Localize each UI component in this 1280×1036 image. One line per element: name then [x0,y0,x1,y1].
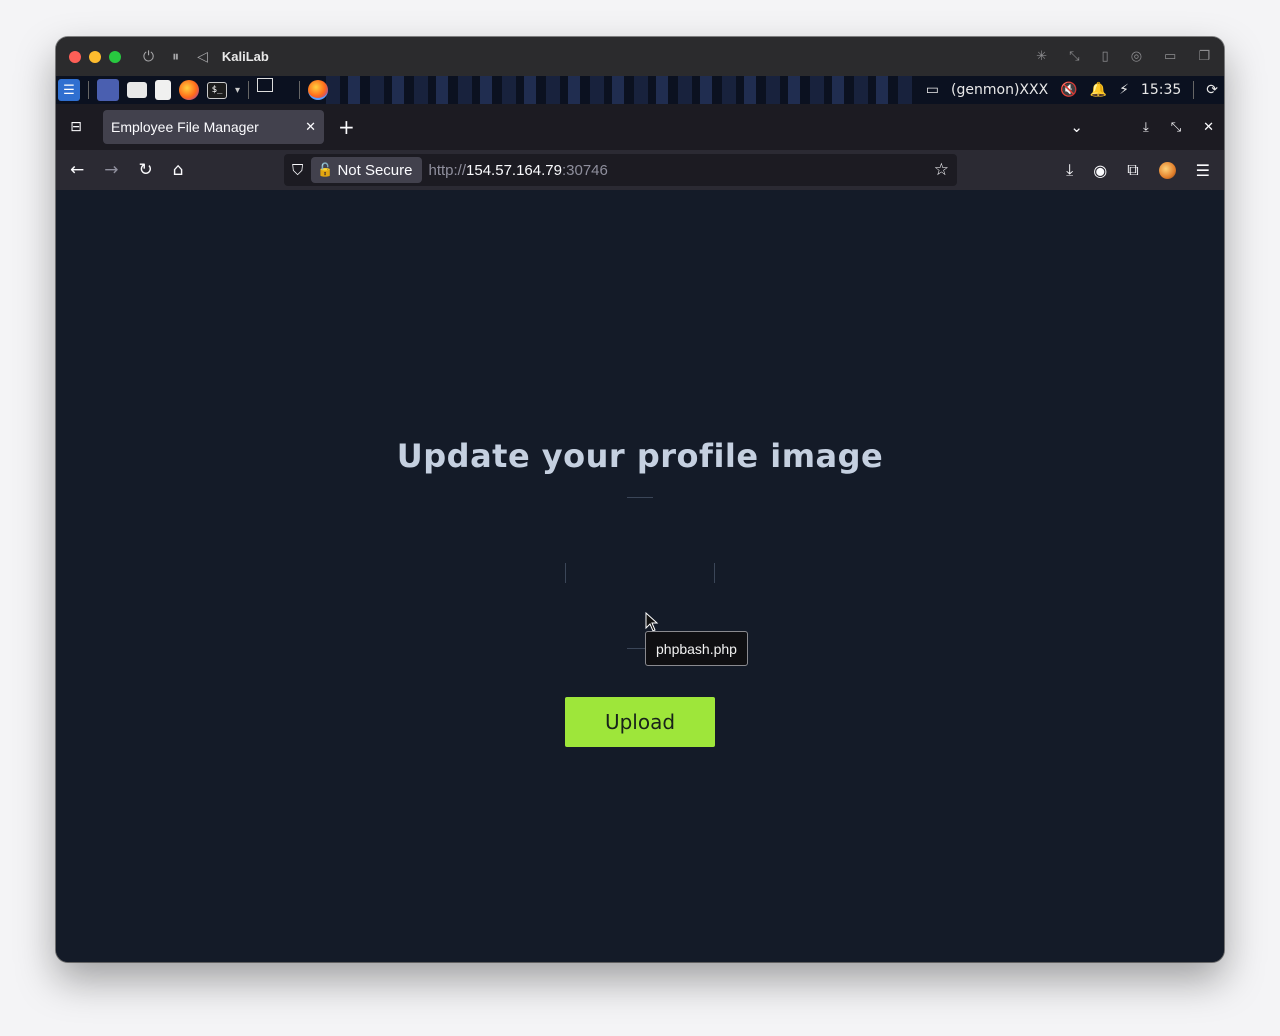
zoom-window-button[interactable] [109,50,121,63]
mouse-cursor-icon [645,612,659,632]
panel-separator [248,81,250,99]
url-port: :30746 [561,161,608,179]
window-controls [69,50,121,63]
chevron-down-icon[interactable]: ▾ [235,85,240,96]
vm-title-bar: ⏻ ⏸ ◁ KaliLab ✳ ⤡ ▯ ◎ ▭ ❐ [56,37,1224,76]
page-content: Update your profile image phpbash.php Up… [56,190,1224,962]
url-host: 154.57.164.79 [466,161,562,179]
text-editor-icon[interactable] [155,80,171,100]
extension-fox-icon[interactable] [1158,161,1176,179]
dropzone-edge-top [627,497,653,498]
workspace-icon[interactable] [97,79,119,101]
url-text[interactable]: http://154.57.164.79:30746 [429,162,608,179]
panel-separator [1193,81,1195,99]
upload-button[interactable]: Upload [565,697,715,747]
security-indicator[interactable]: 🔓 Not Secure [311,157,422,183]
dropzone-edge-right [714,563,715,583]
logout-icon[interactable]: ⟳ [1206,82,1218,98]
muted-speaker-icon[interactable]: 🔇 [1060,82,1077,98]
close-window-button[interactable] [69,50,81,63]
security-label: Not Secure [337,161,413,179]
chevron-down-icon[interactable]: ⌄ [1070,118,1083,136]
account-icon[interactable]: ◉ [1093,161,1107,180]
brightness-icon[interactable]: ✳ [1036,49,1047,64]
file-input-dropzone[interactable] [565,497,715,649]
terminal-icon[interactable]: $_ [207,81,227,99]
kali-top-panel: ☰ $_ ▾ ▭ (genmon)XXX 🔇 🔔 ⚡ 15:35 ⟳ [56,76,1224,104]
download-icon[interactable]: ⤓ [1066,160,1073,180]
page-title: Update your profile image [396,437,884,475]
usb-icon[interactable]: ▯ [1102,49,1109,64]
reload-button[interactable]: ↻ [139,160,153,180]
lock-warning-icon: 🔓 [317,162,334,177]
clock[interactable]: 15:35 [1141,82,1181,98]
minimize-window-button[interactable] [89,50,101,63]
tab-overview-icon[interactable]: ⊟ [56,119,96,135]
new-tab-button[interactable]: + [338,115,355,139]
pause-icon[interactable]: ⏸ [172,49,179,65]
windows-icon[interactable]: ❐ [1198,49,1210,64]
vm-title: KaliLab [221,49,269,64]
disc-icon[interactable]: ◎ [1131,49,1142,64]
star-icon[interactable]: ☆ [934,160,949,180]
file-name-tooltip: phpbash.php [645,631,748,666]
tab-employee-file-manager[interactable]: Employee File Manager ✕ [103,110,324,144]
home-button[interactable]: ⌂ [173,160,184,180]
url-scheme: http:// [428,161,467,179]
tab-strip: ⊟ Employee File Manager ✕ + ⌄ ⤓ ⤡ ✕ [56,104,1224,150]
download-small-icon[interactable]: ⤓ [1143,120,1149,135]
tab-title: Employee File Manager [111,119,259,135]
network-label: (genmon)XXX [951,82,1049,98]
forward-button[interactable]: → [104,160,118,180]
address-bar[interactable]: ⛉ 🔓 Not Secure http://154.57.164.79:3074… [284,154,957,186]
shield-icon[interactable]: ⛉ [292,162,303,179]
workspace-switcher-icon[interactable] [257,78,274,92]
firefox-window-icon[interactable] [308,80,329,100]
menu-icon[interactable]: ☰ [1196,161,1210,180]
kali-menu-icon[interactable]: ☰ [58,79,80,101]
file-manager-icon[interactable] [127,82,147,98]
back-button[interactable]: ← [70,160,84,180]
bell-icon[interactable]: 🔔 [1090,82,1107,98]
navigation-toolbar: ← → ↻ ⌂ ⛉ 🔓 Not Secure http://154.57.164… [56,150,1224,190]
dropzone-edge-left [565,563,566,583]
panel-separator [88,81,89,99]
firefox-launcher-icon[interactable] [179,80,199,100]
power-icon[interactable]: ⏻ [143,49,154,65]
extensions-icon[interactable]: ⧉ [1127,160,1138,180]
vm-window: ⏻ ⏸ ◁ KaliLab ✳ ⤡ ▯ ◎ ▭ ❐ ☰ $_ ▾ ▭ (genm… [56,37,1224,962]
restore-icon[interactable]: ⤡ [1171,120,1181,135]
resize-icon[interactable]: ⤡ [1069,49,1079,64]
window-close-icon[interactable]: ✕ [1203,120,1214,135]
panel-wallpaper-pattern [326,76,946,104]
network-icon[interactable]: ▭ [926,82,939,98]
close-icon[interactable]: ✕ [305,119,316,135]
panel-separator [299,81,301,99]
power-manager-icon[interactable]: ⚡ [1119,82,1129,98]
back-triangle-icon[interactable]: ◁ [197,49,208,65]
folder-icon[interactable]: ▭ [1164,49,1176,64]
